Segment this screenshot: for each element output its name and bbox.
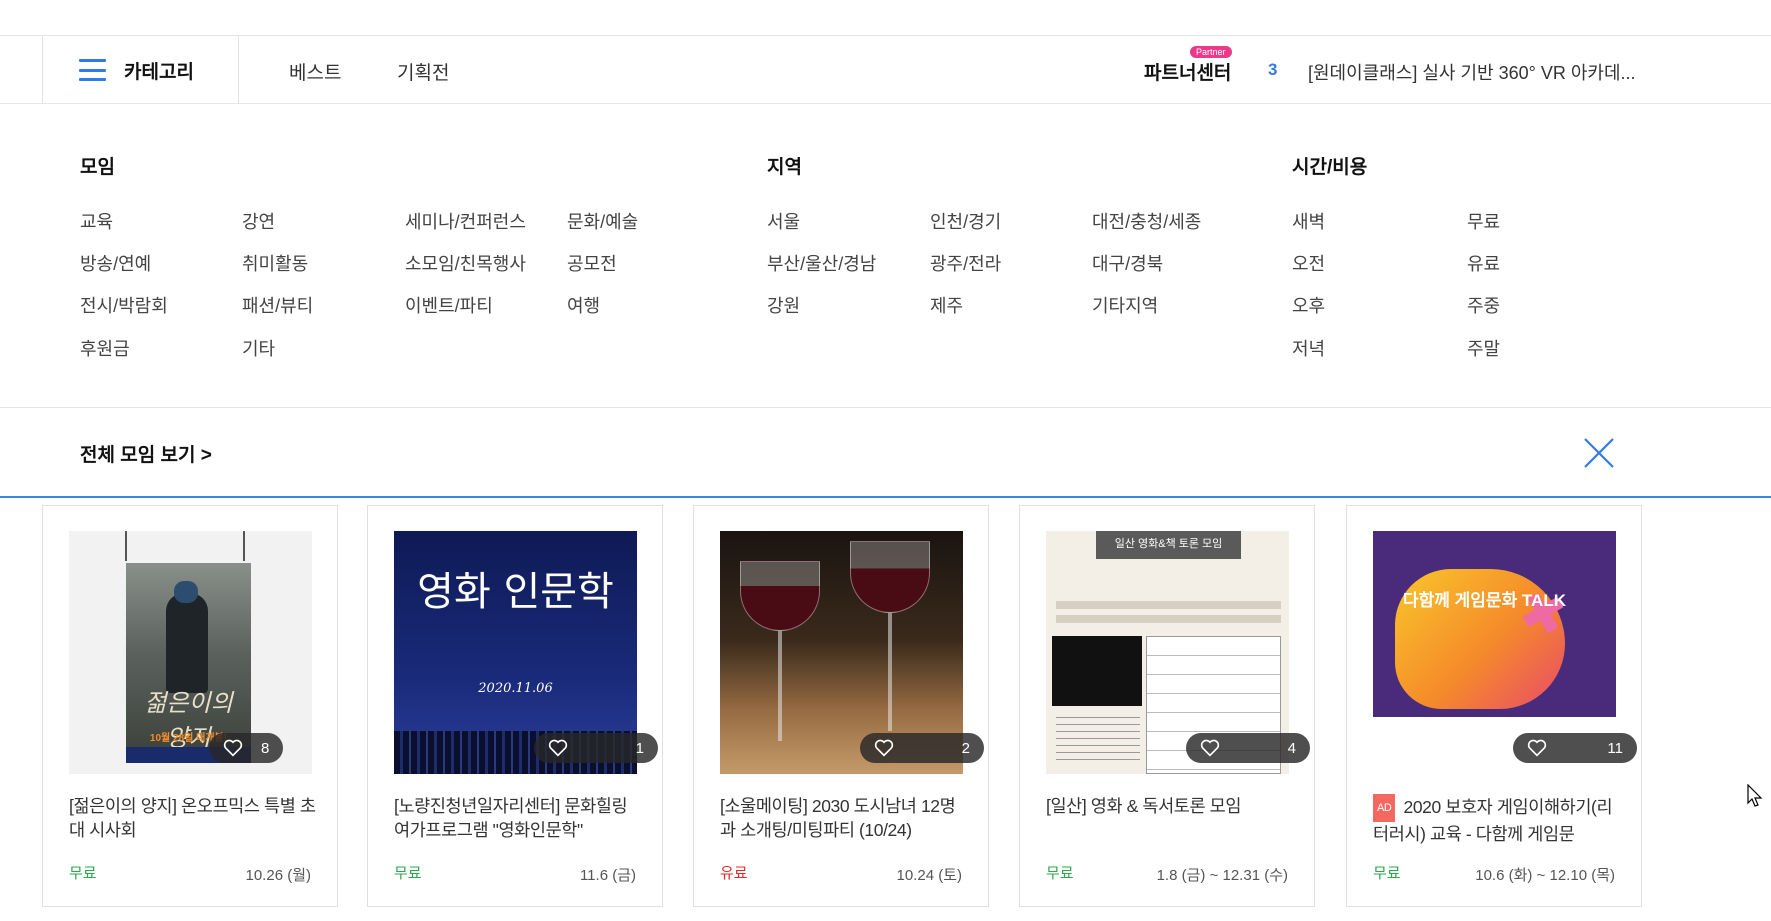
menu-item-region[interactable]: 인천/경기 [930,208,1001,234]
heart-icon [548,739,568,757]
heart-icon [874,739,894,757]
event-title-text: 2020 보호자 게임이해하기(리터러시) 교육 - 다함께 게임문 [1373,797,1613,844]
event-card[interactable]: 영화 인문학 2020.11.06 1 [노량진청년일자리센터] 문화힐링 여가… [367,505,663,907]
ad-badge: AD [1373,794,1396,822]
menu-item-region[interactable]: 강원 [767,292,800,318]
like-button[interactable]: 2 [860,733,984,763]
menu-item-moim[interactable]: 패션/뷰티 [242,292,313,318]
event-title[interactable]: [일산] 영화 & 독서토론 모임 [1046,794,1294,818]
close-icon[interactable] [1582,436,1616,470]
nav-link-exhibition[interactable]: 기획전 [397,58,449,85]
event-date: 10.26 (월) [245,867,312,884]
menu-item-moim[interactable]: 강연 [242,208,275,234]
menu-item-moim[interactable]: 후원금 [80,335,130,361]
menu-item-region[interactable]: 대구/경북 [1092,250,1163,276]
price-badge: 무료 [394,865,422,882]
like-button[interactable]: 4 [1186,733,1310,763]
view-all-link[interactable]: 전체 모임 보기 > [80,440,212,467]
menu-item-time[interactable]: 오전 [1292,250,1325,276]
event-title-text: [소울메이팅] 2030 도시남녀 12명과 소개팅/미팅파티 (10/24) [720,796,956,840]
menu-item-price[interactable]: 무료 [1467,208,1500,234]
menu-item-region[interactable]: 대전/충청/세종 [1092,208,1201,234]
event-title[interactable]: [젊은이의 양지] 온오프믹스 특별 초대 시사회 [69,794,317,842]
menu-item-region[interactable]: 광주/전라 [930,250,1001,276]
event-title[interactable]: AD 2020 보호자 게임이해하기(리터러시) 교육 - 다함께 게임문 [1373,794,1621,846]
like-button[interactable]: 11 [1513,733,1637,763]
heart-icon [1200,739,1220,757]
event-card[interactable]: 다함께 게임문화 TALK 11 AD 2020 보호자 게임이해하기(리터러시)… [1346,505,1642,907]
price-badge: 유료 [720,865,748,882]
event-title-text: [젊은이의 양지] 온오프믹스 특별 초대 시사회 [69,796,316,840]
menu-item-moim[interactable]: 문화/예술 [567,208,638,234]
event-title-text: [노량진청년일자리센터] 문화힐링 여가프로그램 "영화인문학" [394,796,628,840]
event-title[interactable]: [소울메이팅] 2030 도시남녀 12명과 소개팅/미팅파티 (10/24) [720,794,968,842]
menu-item-day[interactable]: 주말 [1467,335,1500,361]
price-badge: 무료 [69,865,97,882]
menu-item-time[interactable]: 저녁 [1292,335,1325,361]
like-count: 1 [635,739,644,757]
menu-item-moim[interactable]: 세미나/컨퍼런스 [405,208,526,234]
price-badge: 무료 [1046,865,1074,882]
category-button[interactable]: 카테고리 [42,36,239,104]
menu-item-region[interactable]: 제주 [930,292,963,318]
trending-rank-text[interactable]: [원데이클래스] 실사 기반 360° VR 아카데... [1308,59,1636,85]
event-title[interactable]: [노량진청년일자리센터] 문화힐링 여가프로그램 "영화인문학" [394,794,642,842]
mouse-cursor-icon [1747,784,1763,807]
event-date: 11.6 (금) [579,867,636,884]
event-date: 1.8 (금) ~ 12.31 (수) [1156,867,1288,884]
menu-title-region: 지역 [767,157,802,178]
like-count: 4 [1287,739,1296,757]
top-nav: 카테고리 베스트 기획전 파트너센터 Partner 3 [원데이클래스] 실사… [0,36,1771,104]
event-date: 10.24 (토) [896,867,963,884]
heart-icon [1527,739,1547,757]
like-button[interactable]: 8 [209,733,284,763]
like-button[interactable]: 1 [534,733,658,763]
menu-title-moim: 모임 [80,157,115,178]
menu-item-moim[interactable]: 기타 [242,335,275,361]
menu-title-time: 시간/비용 [1292,157,1368,178]
poster-title: 다함께 게임문화 TALK [1403,591,1566,610]
menu-item-moim[interactable]: 이벤트/파티 [405,292,493,318]
event-date: 10.6 (화) ~ 12.10 (목) [1475,867,1615,884]
menu-item-moim[interactable]: 교육 [80,208,113,234]
menu-item-day[interactable]: 주중 [1467,292,1500,318]
category-menu: 모임 지역 시간/비용 교육 강연 세미나/컨퍼런스 문화/예술 방송/연예 취… [0,104,1771,408]
event-title-text: [일산] 영화 & 독서토론 모임 [1046,796,1242,816]
poster-header: 일산 영화&책 토론 모임 [1096,531,1241,559]
menu-item-moim[interactable]: 취미활동 [242,250,308,276]
menu-item-moim[interactable]: 여행 [567,292,600,318]
menu-item-time[interactable]: 오후 [1292,292,1325,318]
menu-item-region[interactable]: 부산/울산/경남 [767,250,876,276]
like-count: 11 [1607,739,1623,757]
menu-item-moim[interactable]: 소모임/친목행사 [405,250,526,276]
price-badge: 무료 [1373,865,1401,882]
menu-item-region[interactable]: 기타지역 [1092,292,1158,318]
menu-item-region[interactable]: 서울 [767,208,800,234]
hamburger-icon [79,59,106,81]
category-label: 카테고리 [124,61,194,83]
event-card[interactable]: 젊은이의 양지 10월 28일 대개봉! 8 [젊은이의 양지] 온오프믹스 특… [42,505,338,907]
view-all-bar: 전체 모임 보기 > [0,408,1771,498]
menu-item-moim[interactable]: 방송/연예 [80,250,151,276]
partner-badge: Partner [1190,46,1232,58]
event-card[interactable]: 일산 영화&책 토론 모임 4 [일산] 영화 & 독서토론 모임 무료 1.8… [1019,505,1315,907]
like-count: 8 [261,739,270,757]
poster-title: 영화 인문학 [417,569,614,615]
like-count: 2 [961,739,970,757]
event-card[interactable]: 2 [소울메이팅] 2030 도시남녀 12명과 소개팅/미팅파티 (10/24… [693,505,989,907]
menu-item-moim[interactable]: 공모전 [567,250,617,276]
menu-item-time[interactable]: 새벽 [1292,208,1325,234]
nav-link-best[interactable]: 베스트 [289,58,341,85]
menu-item-price[interactable]: 유료 [1467,250,1500,276]
menu-item-moim[interactable]: 전시/박람회 [80,292,168,318]
heart-icon [223,739,243,757]
trending-rank-number: 3 [1268,60,1278,79]
partner-center-link[interactable]: 파트너센터 [1144,58,1231,85]
